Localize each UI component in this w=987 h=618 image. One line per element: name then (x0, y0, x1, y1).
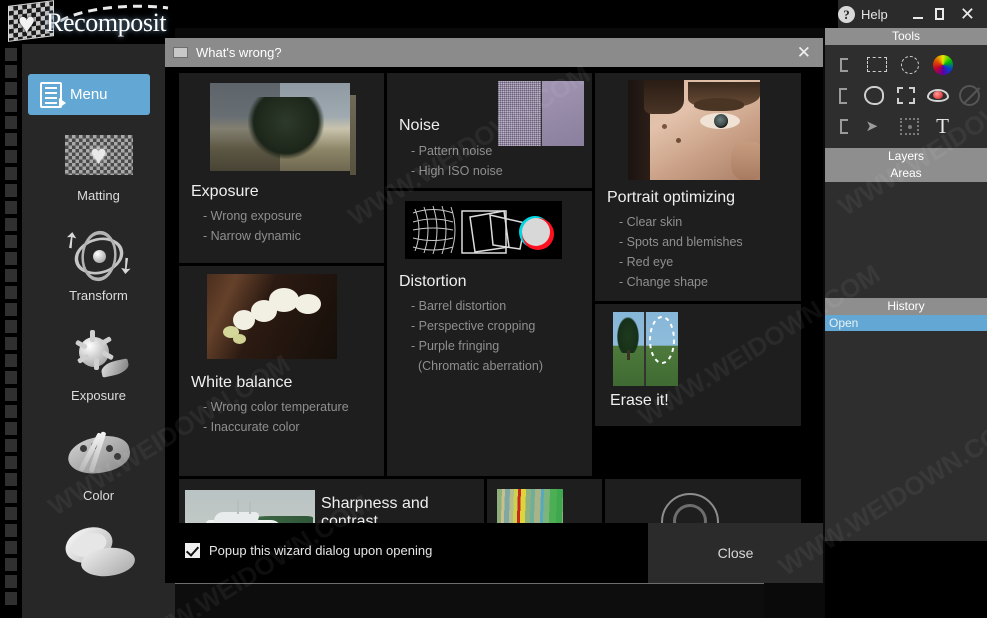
card-title: Exposure (191, 183, 259, 200)
card-list-item: - Purple fringing (411, 339, 500, 353)
sidebar-item-label: Matting (77, 188, 120, 203)
portrait-thumbnail (628, 80, 760, 180)
card-list-item: - Perspective cropping (411, 319, 536, 333)
no-entry-icon[interactable] (953, 81, 985, 111)
heart-icon: ♥ (18, 8, 36, 40)
history-panel-header[interactable]: History (825, 298, 987, 315)
white-balance-thumbnail (207, 274, 337, 359)
color-wheel-icon[interactable] (926, 50, 959, 80)
red-eye-icon[interactable] (922, 81, 954, 111)
card-list-item: - Pattern noise (411, 144, 493, 158)
dialog-footer: Popup this wizard dialog upon opening Cl… (165, 523, 823, 583)
dashed-selection-icon (649, 316, 675, 364)
application-window: ? Help ✕ ♥ Recomposit Menu ♥ Matting ➚ ➚… (0, 0, 987, 618)
window-icon (173, 47, 188, 58)
sidebar-item-label: Exposure (71, 388, 126, 403)
card-exposure[interactable]: Exposure - Wrong exposure - Narrow dynam… (179, 73, 384, 263)
wizard-dialog: What's wrong? ✕ Exposure - Wrong exposur… (165, 38, 823, 583)
help-label: Help (861, 6, 888, 22)
distortion-thumbnail (405, 201, 562, 259)
sidebar-item-color[interactable]: Color (22, 424, 175, 503)
card-title: Distortion (399, 273, 467, 290)
distortion-illustration (412, 205, 554, 255)
card-list-item: - Narrow dynamic (203, 229, 301, 243)
card-white-balance[interactable]: White balance - Wrong color temperature … (179, 266, 384, 476)
help-icon: ? (838, 5, 855, 23)
maximize-button[interactable] (934, 8, 944, 20)
sidebar-item-label: Color (82, 488, 115, 503)
ellipse-marquee-icon[interactable] (893, 50, 926, 80)
help-button[interactable]: ? Help (838, 5, 888, 23)
card-list-item: (Chromatic aberration) (411, 359, 543, 373)
history-panel-body[interactable]: Open (825, 315, 987, 541)
layers-panel-header[interactable]: Layers (825, 148, 987, 165)
card-list-item: - Spots and blemishes (619, 235, 743, 249)
card-distortion[interactable]: Distortion - Barrel distortion - Perspec… (387, 191, 592, 476)
card-list-item: - Barrel distortion (411, 299, 507, 313)
logo-text: Recomposit (46, 8, 167, 37)
dashed-square-icon[interactable] (890, 81, 922, 111)
dialog-title: What's wrong? (196, 45, 282, 60)
card-noise[interactable]: Noise - Pattern noise - High ISO noise (387, 73, 592, 188)
areas-panel-body[interactable] (825, 182, 987, 298)
tools-palette: ➤ T (825, 45, 987, 148)
card-title: Erase it! (610, 392, 669, 409)
partial-square-icon[interactable] (827, 81, 859, 111)
palette-brush-icon (22, 424, 175, 486)
half-bracket-icon[interactable] (827, 112, 860, 142)
window-controls: ? Help ✕ (838, 0, 987, 28)
rectangle-marquee-icon[interactable] (860, 50, 893, 80)
compact-powder-icon (22, 521, 175, 584)
sidebar-item-exposure[interactable]: Exposure (22, 324, 175, 403)
history-list-item[interactable]: Open (825, 315, 987, 331)
popup-wizard-checkbox[interactable]: Popup this wizard dialog upon opening (185, 543, 432, 558)
card-title: Portrait optimizing (607, 189, 736, 206)
areas-panel-header[interactable]: Areas (825, 165, 987, 182)
orbit-arrows-icon: ➚ ➚ (22, 220, 175, 292)
menu-button[interactable]: Menu (28, 74, 150, 115)
canvas-bottom-strip (175, 583, 764, 618)
erase-thumbnail (613, 312, 678, 386)
card-list-item: - High ISO noise (411, 164, 503, 178)
move-cursor-icon[interactable]: ➤ (860, 112, 893, 142)
card-list-item: - Change shape (619, 275, 708, 289)
noise-thumbnail (498, 81, 584, 146)
sidebar-item-compact[interactable] (22, 521, 175, 586)
card-list-item: - Clear skin (619, 215, 683, 229)
card-erase-it[interactable]: Erase it! (595, 304, 801, 426)
minimize-button[interactable] (912, 7, 923, 21)
sidebar-item-transform[interactable]: ➚ ➚ Transform (22, 220, 175, 303)
card-list-item: - Red eye (619, 255, 674, 269)
text-tool-icon[interactable]: T (926, 112, 959, 142)
card-list-item: - Wrong exposure (203, 209, 303, 223)
exposure-thumbnail (210, 83, 356, 175)
sidebar-item-label: Transform (69, 288, 128, 303)
crop-icon[interactable] (893, 112, 926, 142)
dialog-title-bar[interactable]: What's wrong? ✕ (165, 38, 823, 67)
document-icon (40, 81, 66, 108)
card-portrait-optimizing[interactable]: Portrait optimizing - Clear skin - Spots… (595, 73, 801, 301)
heart-checker-icon: ♥ (22, 124, 175, 186)
sun-leaf-icon (22, 324, 175, 386)
card-title: Noise (399, 117, 440, 134)
checkbox-label: Popup this wizard dialog upon opening (209, 543, 433, 558)
close-button[interactable]: Close (648, 523, 823, 583)
half-rect-icon[interactable] (827, 50, 860, 80)
dialog-close-icon[interactable]: ✕ (797, 43, 815, 63)
close-window-button[interactable]: ✕ (960, 5, 975, 23)
right-panel: Tools ➤ T Layers Areas History Open (825, 28, 987, 618)
card-list-item: - Wrong color temperature (203, 400, 349, 414)
menu-button-label: Menu (70, 86, 108, 103)
card-title: White balance (191, 374, 293, 391)
tools-panel-header: Tools (825, 28, 987, 45)
left-sidebar: Menu ♥ Matting ➚ ➚ Transform Exposure Co… (0, 44, 175, 618)
filmstrip-decoration (0, 44, 22, 618)
app-logo: ♥ Recomposit (6, 0, 171, 42)
sidebar-item-matting[interactable]: ♥ Matting (22, 124, 175, 203)
checkbox-icon[interactable] (185, 543, 200, 558)
lasso-icon[interactable] (859, 81, 891, 111)
card-list-item: - Inaccurate color (203, 420, 300, 434)
dialog-body: Exposure - Wrong exposure - Narrow dynam… (165, 67, 823, 583)
